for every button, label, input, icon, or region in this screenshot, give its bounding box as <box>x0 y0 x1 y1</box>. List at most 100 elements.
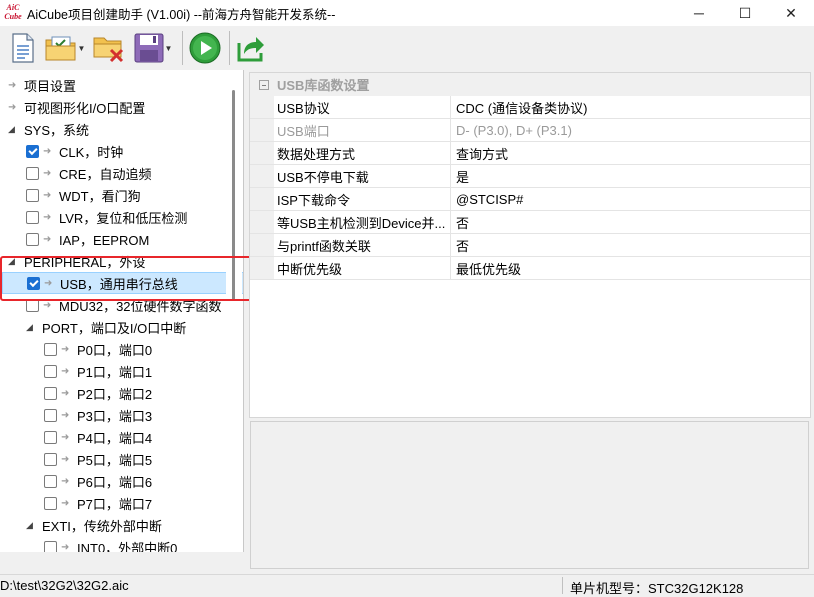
property-row[interactable]: 等USB主机检测到Device并... 否 <box>250 210 810 234</box>
checkbox[interactable] <box>44 430 57 444</box>
property-row[interactable]: ISP下载命令 @STCISP# <box>250 187 810 211</box>
toolbar: ▼ ▼ <box>0 26 814 70</box>
checkbox[interactable] <box>44 408 57 422</box>
property-row[interactable]: 数据处理方式 查询方式 <box>250 141 810 165</box>
property-value[interactable]: 最低优先级 <box>451 259 521 278</box>
checkbox[interactable] <box>44 496 57 510</box>
property-grid: USB库函数设置 USB协议 CDC (通信设备类协议) USB端口 D- (P3.0… <box>249 72 811 418</box>
tree-item-label: P4口，端口4 <box>77 430 153 446</box>
checkbox[interactable] <box>26 144 39 158</box>
property-group-header[interactable]: USB库函数设置 <box>250 73 810 96</box>
checkbox[interactable] <box>44 474 57 488</box>
property-group-title: USB库函数设置 <box>277 78 370 93</box>
maximize-button[interactable]: ☐ <box>722 0 768 26</box>
property-row[interactable]: 与printf函数关联否 <box>250 233 810 257</box>
chip-model: 单片机型号：STC32G12K128 <box>570 581 744 596</box>
tree-item[interactable]: ➜ P0口，端口0 <box>0 338 152 360</box>
tree-item-label: P2口，端口2 <box>77 386 153 402</box>
tree-item[interactable]: ➜ P1口，端口1 <box>0 360 152 382</box>
property-label: 与printf函数关联 <box>250 233 451 257</box>
arrow-icon: ➜ <box>61 497 70 509</box>
tree-item[interactable]: ➜ WDT，看门狗 <box>0 184 141 206</box>
arrow-icon: ➜ <box>61 431 70 443</box>
property-value[interactable]: 是 <box>451 167 469 186</box>
expand-toggle-icon[interactable]: ◢ <box>26 520 34 531</box>
tree-item-label: P0口，端口0 <box>77 342 153 358</box>
collapse-icon[interactable] <box>259 79 269 90</box>
property-row[interactable]: USB协议 CDC (通信设备类协议) <box>250 95 810 119</box>
checkbox[interactable] <box>26 210 39 224</box>
tree-item-label: P3口，端口3 <box>77 408 153 424</box>
app-logo-icon: AiC Cube <box>4 3 22 21</box>
tree-item-label: P6口，端口6 <box>77 474 153 490</box>
expand-toggle-icon[interactable]: ◢ <box>26 322 34 333</box>
tree-item-label: EXTI，传统外部中断 <box>42 518 162 534</box>
property-value[interactable]: 否 <box>451 213 469 232</box>
tree-item-label: 项目设置 <box>24 78 77 94</box>
chevron-down-icon[interactable]: ▼ <box>78 44 86 53</box>
property-value[interactable]: CDC (通信设备类协议) <box>451 98 587 117</box>
checkbox[interactable] <box>26 166 39 180</box>
chevron-down-icon[interactable]: ▼ <box>165 44 173 53</box>
expand-toggle-icon[interactable]: ◢ <box>8 124 16 135</box>
new-file-button[interactable] <box>8 30 38 66</box>
close-button[interactable]: ✕ <box>768 0 814 26</box>
arrow-icon: ➜ <box>61 365 70 377</box>
arrow-icon: ➜ <box>61 387 70 399</box>
tree-item[interactable]: ➜ CRE，自动追频 <box>0 162 151 184</box>
property-value[interactable]: 查询方式 <box>451 144 508 163</box>
tree-item[interactable]: ◢ EXTI，传统外部中断 <box>0 514 162 536</box>
tree-item[interactable]: ➜ 可视图形化I/O口配置 <box>0 96 145 118</box>
checkbox[interactable] <box>26 232 39 246</box>
export-icon <box>237 37 264 62</box>
tree-item[interactable]: ➜ P6口，端口6 <box>0 470 152 492</box>
tree-item[interactable]: ➜ P4口，端口4 <box>0 426 152 448</box>
checkbox[interactable] <box>44 386 57 400</box>
property-row[interactable]: 中断优先级 最低优先级 <box>250 256 810 280</box>
minimize-button[interactable]: ─ <box>676 0 722 26</box>
property-row[interactable]: USB不停电下载是 <box>250 164 810 188</box>
checkbox[interactable] <box>44 364 57 378</box>
tree-item[interactable]: ◢ SYS，系统 <box>0 118 89 140</box>
tree-item-label: P1口，端口1 <box>77 364 153 380</box>
tree-horizontal-scrollbar[interactable] <box>0 552 244 570</box>
tree-item[interactable]: ➜ P5口，端口5 <box>0 448 152 470</box>
tree-item[interactable]: ➜ P3口，端口3 <box>0 404 152 426</box>
tree-item[interactable]: ➜ 项目设置 <box>0 74 76 96</box>
property-value: D- (P3.0), D+ (P3.1) <box>456 122 572 138</box>
tree-item[interactable]: ➜ P2口，端口2 <box>0 382 152 404</box>
tree-item-label: CRE，自动追频 <box>59 166 152 182</box>
property-value[interactable]: 否 <box>451 236 469 255</box>
tree-item[interactable]: ➜ P7口，端口7 <box>0 492 152 514</box>
open-project-button[interactable]: ▼ <box>42 30 88 66</box>
tree-item[interactable]: ◢ PORT，端口及I/O口中断 <box>0 316 186 338</box>
tree-item-label: SYS，系统 <box>24 122 90 138</box>
status-separator <box>562 577 563 594</box>
close-project-button[interactable] <box>92 30 126 66</box>
property-row[interactable]: USB端口 D- (P3.0), D+ (P3.1) <box>250 118 810 142</box>
checkbox[interactable] <box>44 452 57 466</box>
tree-item-label: P5口，端口5 <box>77 452 153 468</box>
window-title: AiCube项目创建助手 (V1.00i) --前海方舟智能开发系统-- <box>27 7 336 22</box>
tree-item[interactable]: ➜ IAP，EEPROM <box>0 228 149 250</box>
tree-item-label: PORT，端口及I/O口中断 <box>42 320 187 336</box>
tree-item-label: P7口，端口7 <box>77 496 153 512</box>
tree-item[interactable]: ➜ LVR，复位和低压检测 <box>0 206 187 228</box>
run-button[interactable] <box>187 30 223 66</box>
property-label: USB不停电下载 <box>250 164 451 188</box>
open-project-icon <box>45 36 76 61</box>
arrow-icon: ➜ <box>61 541 70 553</box>
tree-item[interactable]: ➜ CLK，时钟 <box>0 140 123 162</box>
toolbar-separator <box>182 31 183 65</box>
toolbar-separator <box>229 31 230 65</box>
checkbox[interactable] <box>26 188 39 202</box>
checkbox[interactable] <box>44 342 57 356</box>
arrow-icon: ➜ <box>61 453 70 465</box>
save-button[interactable]: ▼ <box>130 30 176 66</box>
export-button[interactable] <box>234 30 268 66</box>
module-tree[interactable]: ➜ 项目设置 ➜ 可视图形化I/O口配置 ◢ SYS，系统 ➜ CLK，时钟 ➜ CRE，自动追频… <box>0 70 244 570</box>
title-bar: AiC Cube AiCube项目创建助手 (V1.00i) --前海方舟智能开… <box>0 0 814 26</box>
property-value[interactable]: @STCISP# <box>451 192 523 207</box>
project-path: D:\test\32G2\32G2.aic <box>0 578 129 593</box>
status-bar: D:\test\32G2\32G2.aic 单片机型号：STC32G12K128 <box>0 574 814 596</box>
